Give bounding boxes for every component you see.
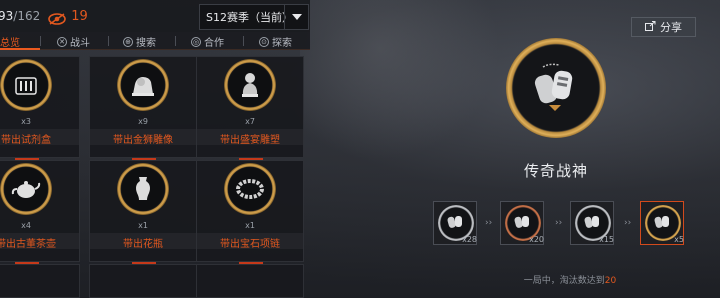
tab-explore-label: 探索 — [272, 38, 292, 49]
achievement-card[interactable]: x1 带出宝石项链 — [196, 160, 304, 264]
share-button[interactable]: 分享 — [631, 17, 696, 37]
card-qty: x1 — [138, 221, 148, 230]
achievement-card[interactable]: x7 带出盛宴雕塑 — [196, 56, 304, 160]
banquet-statue-icon — [224, 59, 276, 111]
chevron-down-icon[interactable] — [284, 5, 308, 29]
left-panel: 93/162 19 S12赛季（当前） 总览 ✕ 战斗 ⊕ 搜索 ◎ 合作 ⊙ 探索 x… — [0, 0, 310, 298]
tab-explore[interactable]: ⊙ 探索 — [259, 34, 292, 49]
search-icon: ⊕ — [123, 36, 133, 47]
eye-icon — [48, 10, 67, 25]
chevron-right-icon: ›› — [555, 218, 563, 228]
tab-search-label: 搜索 — [136, 38, 156, 49]
card-label: 带出古董茶壶 — [0, 239, 56, 250]
tier-count: x28 — [462, 235, 477, 244]
achievement-requirement: 一局中，淘汰数达到20 — [470, 273, 670, 286]
card-label: 带出宝石项链 — [220, 239, 280, 250]
achievement-card[interactable] — [196, 264, 304, 298]
antique-teapot-icon — [0, 163, 52, 215]
compass-icon: ⊙ — [259, 36, 269, 47]
achievement-card[interactable]: x4 带出古董茶壶 — [0, 160, 80, 264]
requirement-text: 一局中，淘汰数达到 — [523, 276, 605, 286]
card-qty: x1 — [245, 221, 255, 230]
tier-item[interactable]: x15 — [570, 201, 614, 245]
requirement-value: 20 — [604, 276, 617, 286]
tab-active-indicator — [0, 48, 40, 50]
tab-combat-label: 战斗 — [70, 38, 90, 49]
tab-cooperation[interactable]: ◎ 合作 — [191, 34, 224, 49]
tab-search[interactable]: ⊕ 搜索 — [123, 34, 156, 49]
deaths-count: 19 — [71, 8, 88, 24]
card-qty: x4 — [21, 221, 31, 230]
tier-item[interactable]: x20 — [500, 201, 544, 245]
card-label: 带出花瓶 — [123, 239, 163, 250]
chevron-right-icon: ›› — [624, 218, 632, 228]
vase-icon — [117, 163, 169, 215]
season-select[interactable]: S12赛季（当前） — [199, 4, 309, 30]
tier-item[interactable]: x28 — [433, 201, 477, 245]
stats-bar: 93/162 19 S12赛季（当前） — [0, 0, 310, 32]
tab-overview-label: 总览 — [0, 38, 20, 49]
tier-item[interactable]: x5 — [640, 201, 684, 245]
crosshair-icon: ✕ — [57, 36, 67, 47]
card-label: 带出金狮雕像 — [113, 135, 173, 146]
dog-tags-medal-icon — [506, 38, 606, 138]
chevron-right-icon: ›› — [485, 218, 493, 228]
season-label: S12赛季（当前） — [206, 11, 293, 24]
card-label: 带出盛宴雕塑 — [220, 135, 280, 146]
tier-count: x20 — [529, 235, 544, 244]
handshake-icon: ◎ — [191, 36, 201, 47]
gem-necklace-icon — [224, 163, 276, 215]
achievement-card[interactable]: x3 带出试剂盒 — [0, 56, 80, 160]
collection-progress: 93/162 — [0, 9, 41, 23]
achievement-card[interactable] — [0, 264, 80, 298]
share-label: 分享 — [660, 21, 682, 34]
golden-lion-statue-icon — [117, 59, 169, 111]
card-qty: x7 — [245, 117, 255, 126]
tier-count: x15 — [599, 235, 614, 244]
background-vehicle — [300, 0, 500, 160]
card-qty: x3 — [21, 117, 31, 126]
tier-count: x5 — [674, 235, 684, 244]
tab-overview[interactable]: 总览 — [0, 34, 20, 49]
card-label: 带出试剂盒 — [1, 135, 51, 146]
tab-cooperation-label: 合作 — [204, 38, 224, 49]
share-icon — [645, 20, 656, 34]
test-tube-box-icon — [0, 59, 52, 111]
achievement-title: 传奇战神 — [523, 162, 588, 180]
card-qty: x9 — [138, 117, 148, 126]
achievement-card[interactable]: x9 带出金狮雕像 — [89, 56, 197, 160]
achievement-card[interactable]: x1 带出花瓶 — [89, 160, 197, 264]
achievement-card[interactable] — [89, 264, 197, 298]
tab-combat[interactable]: ✕ 战斗 — [57, 34, 90, 49]
